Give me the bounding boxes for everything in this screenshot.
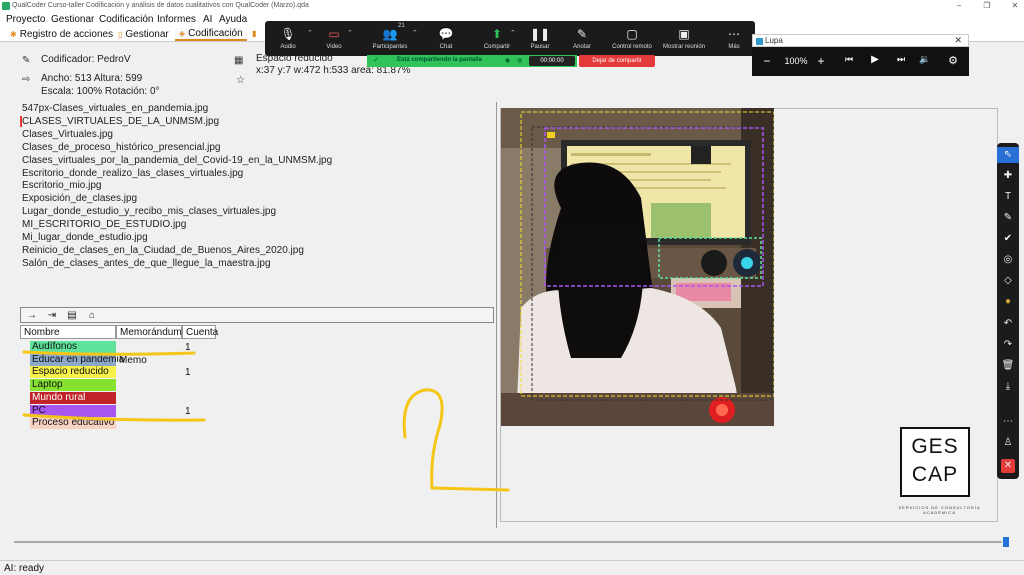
participants-count-badge: 21 <box>398 23 405 29</box>
scrollbar-track[interactable] <box>14 541 1002 543</box>
more-icon[interactable]: ⋯ <box>997 416 1019 427</box>
crosshair-icon[interactable]: ✚ <box>997 170 1019 181</box>
button-label: Pausar <box>530 44 550 50</box>
audio-button[interactable]: 🎙 Audio <box>273 21 303 56</box>
text-icon[interactable]: T <box>997 191 1019 202</box>
eraser-icon[interactable]: ◇ <box>997 275 1019 286</box>
meeting-toolbar: 🎙 Audio ⌃ ▭ Video ⌃ 👥 21 Participantes ⌃… <box>265 21 755 56</box>
close-icon[interactable]: ✕ <box>1001 459 1015 473</box>
pencil-icon: ✎ <box>576 27 588 41</box>
magnifier-title: Lupa <box>765 36 783 45</box>
chevron-down-icon[interactable]: ⌃ <box>510 29 516 37</box>
scrollbar-thumb[interactable] <box>1003 537 1009 547</box>
status-bar: AI: ready <box>0 560 1024 575</box>
more-button[interactable]: ⋯ Más <box>721 21 747 56</box>
color-picker-icon[interactable]: ● <box>997 296 1019 307</box>
button-label: Video <box>326 44 342 50</box>
video-button[interactable]: ▭ Video <box>319 21 349 56</box>
annotation-toolbar: ⇖ ✚ T ✎ ✔ ◎ ◇ ● ↶ ↷ 🗑 ⤓ ⋯ ♙ ✕ <box>997 143 1019 479</box>
underline-audifonos <box>22 350 196 356</box>
remote-control-button[interactable]: ▢ Control remoto <box>609 21 655 56</box>
participants-button[interactable]: 👥 21 Participantes <box>365 21 415 56</box>
button-label: Chat <box>439 44 453 50</box>
magnifier-icon <box>756 38 763 45</box>
close-icon[interactable]: ✕ <box>954 35 962 46</box>
annotation-layer <box>22 350 510 492</box>
microphone-icon: 🎙 <box>280 27 296 41</box>
button-label: Compartir <box>483 44 511 50</box>
magnifier-titlebar: Lupa ✕ <box>752 34 969 47</box>
meeting-icon: ▣ <box>678 27 690 41</box>
spotlight-icon[interactable]: ◎ <box>997 254 1019 265</box>
trash-icon[interactable]: 🗑 <box>997 360 1019 371</box>
save-icon[interactable]: ⤓ <box>997 381 1019 392</box>
sharing-status-text: Está compartiendo la pantalla <box>397 57 483 63</box>
button-label: Control remoto <box>612 44 652 50</box>
zoom-in-button[interactable]: + <box>814 54 828 68</box>
participants-icon: 👥 <box>382 27 398 41</box>
share-timer: 00:00:00 <box>529 56 575 66</box>
chevron-down-icon[interactable]: ⌃ <box>347 29 353 37</box>
speaker-icon[interactable]: 🔉 <box>918 54 932 65</box>
status-text: AI: ready <box>4 563 45 574</box>
button-label: Anotar <box>573 44 591 50</box>
annotate-button[interactable]: ✎ Anotar <box>567 21 597 56</box>
video-off-icon: ▭ <box>328 27 340 41</box>
button-label: Mostrar reunión <box>662 44 706 50</box>
mouse-icon: ▢ <box>626 27 638 41</box>
view-icon: ◉ <box>505 58 511 64</box>
pause-button[interactable]: ❚❚ Pausar <box>525 21 555 56</box>
button-label: Audio <box>280 44 296 50</box>
button-label: Participantes <box>372 44 408 50</box>
zoom-level: 100% <box>784 56 808 66</box>
show-meeting-button[interactable]: ▣ Mostrar reunión <box>661 21 707 56</box>
zoom-out-button[interactable]: − <box>760 54 774 68</box>
share-button[interactable]: ⬆ Compartir <box>477 21 517 56</box>
lock-icon: ◍ <box>517 58 523 64</box>
chat-icon: 💬 <box>438 27 454 41</box>
chevron-down-icon[interactable]: ⌃ <box>307 29 313 37</box>
pen-icon[interactable]: ✎ <box>997 212 1019 223</box>
previous-icon[interactable]: ⏮ <box>842 54 856 65</box>
chat-button[interactable]: 💬 Chat <box>431 21 461 56</box>
handwritten-number-2 <box>402 388 510 492</box>
chevron-down-icon[interactable]: ⌃ <box>412 29 418 37</box>
pause-icon: ❚❚ <box>529 27 551 41</box>
shield-icon: ✓ <box>373 57 379 64</box>
select-arrow-icon[interactable]: ⇖ <box>997 147 1019 163</box>
gear-icon[interactable]: ⚙ <box>946 54 960 67</box>
horizontal-scrollbar[interactable] <box>14 537 1010 547</box>
magnifier-window: Lupa ✕ − 100% + ⏮ ▶ ⏭ 🔉 ⚙ <box>752 34 969 76</box>
button-label: Más <box>728 44 740 50</box>
next-icon[interactable]: ⏭ <box>894 54 908 65</box>
checkmark-icon[interactable]: ✔ <box>997 233 1019 244</box>
stop-sharing-button[interactable]: Dejar de compartir <box>579 55 655 67</box>
redo-icon[interactable]: ↷ <box>997 339 1019 350</box>
participants-icon[interactable]: ♙ <box>997 437 1019 448</box>
share-status-bar: ✓ Está compartiendo la pantalla ◉ ◍ 00:0… <box>367 55 655 67</box>
underline-pc <box>22 413 206 422</box>
play-icon[interactable]: ▶ <box>868 54 882 65</box>
undo-icon[interactable]: ↶ <box>997 318 1019 329</box>
more-icon: ⋯ <box>728 27 740 41</box>
